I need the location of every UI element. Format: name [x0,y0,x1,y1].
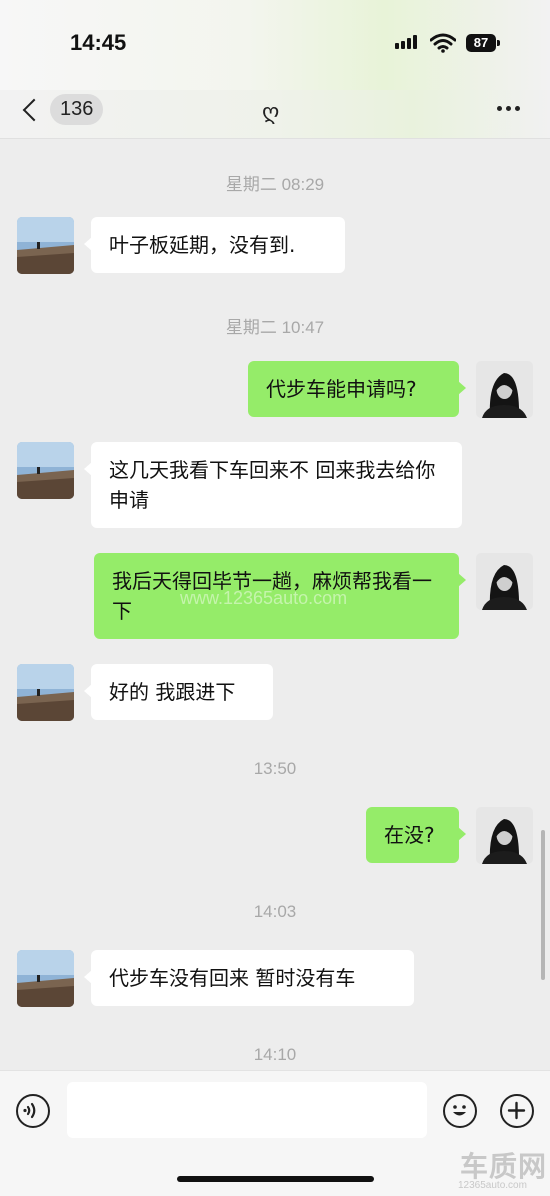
my-avatar[interactable] [476,807,533,864]
chat-title: ღ [262,100,280,125]
message-bubble-incoming[interactable]: 这几天我看下车回来不 回来我去给你申请 [84,442,462,528]
signal-icon [395,35,417,49]
contact-avatar[interactable] [17,217,74,274]
home-indicator[interactable] [177,1176,374,1182]
status-time: 14:45 [70,30,127,55]
contact-avatar[interactable] [17,442,74,499]
timestamp: 14:03 [253,902,297,921]
battery-cap [497,40,500,46]
back-icon [22,98,46,121]
plus-icon[interactable] [500,1094,534,1128]
watermark-text: www.12365auto.com [180,588,348,608]
contact-avatar[interactable] [17,950,74,1007]
voice-icon[interactable] [16,1094,50,1128]
scrollbar[interactable] [541,830,545,980]
timestamp: 13:50 [253,759,297,778]
message-bubble-incoming[interactable]: 叶子板延期，没有到. [84,217,345,273]
message-bubble-incoming[interactable]: 好的 我跟进下 [84,664,273,720]
chat-header: 136 ღ [0,90,550,139]
watermark-logo: 车质网 [460,1151,548,1182]
back-button[interactable]: 136 [18,94,104,125]
battery-icon: 87 [466,34,496,52]
timestamp: 14:10 [253,1045,297,1064]
my-avatar[interactable] [476,553,533,610]
emoji-icon[interactable] [443,1094,477,1128]
unread-count-badge: 136 [50,94,104,125]
contact-avatar[interactable] [17,664,74,721]
status-bar: 14:45 87 [0,0,550,90]
message-bubble-outgoing[interactable]: 在没? [366,807,466,863]
my-avatar[interactable] [476,361,533,418]
wifi-icon [429,33,457,57]
timestamp: 星期二 08:29 [225,175,325,194]
message-input[interactable] [67,1082,427,1138]
timestamp: 星期二 10:47 [225,318,325,337]
message-bubble-outgoing[interactable]: 代步车能申请吗? [248,361,466,417]
message-bubble-incoming[interactable]: 代步车没有回来 暂时没有车 [84,950,414,1006]
watermark-url: 12365auto.com [458,1180,527,1191]
more-icon[interactable] [497,106,520,111]
